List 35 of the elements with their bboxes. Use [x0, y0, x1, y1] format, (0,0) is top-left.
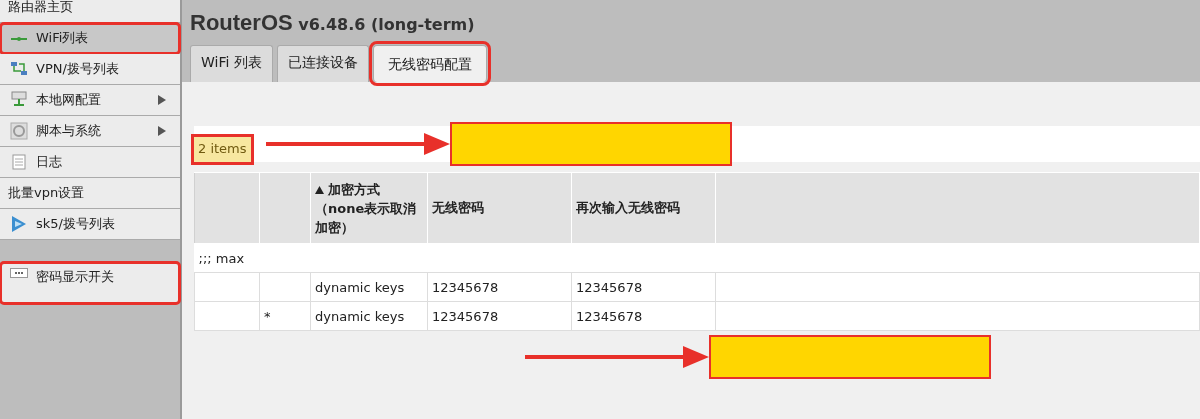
network-icon [10, 91, 28, 109]
document-icon [12, 154, 26, 170]
column-header[interactable]: 加密方式（none表示取消加密） [310, 172, 428, 244]
column-header[interactable] [194, 172, 260, 244]
arrow-icon [10, 215, 28, 233]
submenu-arrow-icon [158, 126, 166, 136]
app-title: RouterOS v6.48.6 (long-term) [190, 10, 476, 36]
tab[interactable]: 已连接设备 [276, 45, 369, 82]
submenu-arrow-icon [158, 95, 166, 105]
column-header[interactable] [259, 172, 311, 244]
table-cell: dynamic keys [310, 272, 428, 302]
table-cell: 12345678 [427, 301, 572, 331]
column-header[interactable]: 再次输入无线密码 [571, 172, 716, 244]
sidebar-item[interactable]: VPN/拨号列表 [0, 54, 180, 85]
sidebar-item[interactable]: 密码显示开关 [0, 262, 180, 304]
sidebar-item[interactable]: WiFi列表 [0, 23, 180, 54]
table-cell: 12345678 [427, 272, 572, 302]
sidebar-item[interactable]: 脚本与系统 [0, 116, 180, 147]
table-cell: 12345678 [571, 301, 716, 331]
tab[interactable]: WiFi 列表 [190, 45, 273, 82]
table-cell: * [259, 301, 311, 331]
table-cell: dynamic keys [310, 301, 428, 331]
column-header[interactable] [715, 172, 1200, 244]
sidebar-item[interactable]: 日志 [0, 147, 180, 178]
item-count: 2 items [194, 137, 251, 162]
password-icon [10, 268, 28, 278]
sidebar-item[interactable]: 本地网配置 [0, 85, 180, 116]
sidebar-item[interactable]: sk5/拨号列表 [0, 209, 180, 240]
gear-icon [10, 122, 28, 140]
network-icon [10, 61, 28, 77]
table-cell: 12345678 [571, 272, 716, 302]
sidebar-item[interactable]: 批量vpn设置 [0, 178, 180, 209]
sidebar-item[interactable]: 路由器主页 [0, 0, 180, 23]
column-header[interactable]: 无线密码 [427, 172, 572, 244]
comment-row: ;;; max [194, 243, 1200, 273]
